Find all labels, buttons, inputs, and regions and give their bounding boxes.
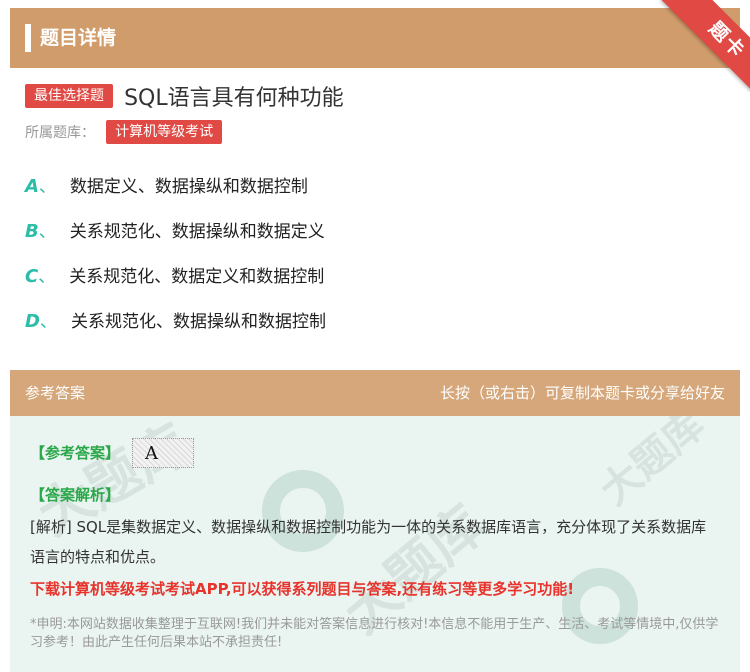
answer-header-title: 参考答案 bbox=[25, 384, 86, 402]
library-label: 所属题库： bbox=[25, 125, 95, 141]
option-a[interactable]: A、 数据定义、数据操纵和数据控制 bbox=[25, 172, 308, 202]
library-badge[interactable]: 计算机等级考试 bbox=[106, 120, 223, 144]
option-text: 关系规范化、数据操纵和数据定义 bbox=[69, 222, 325, 242]
page-title: 题目详情 bbox=[40, 27, 117, 49]
question-type-badge: 最佳选择题 bbox=[25, 84, 113, 108]
share-hint: 长按（或右击）可复制本题卡或分享给好友 bbox=[439, 384, 725, 402]
app-promo[interactable]: 下载计算机等级考试考试APP,可以获得系列题目与答案,还有练习等更多学习功能! bbox=[30, 576, 730, 602]
watermark-logo: 大题库 bbox=[591, 416, 714, 515]
corner-ribbon: 题卡 bbox=[658, 0, 750, 92]
question-line: 最佳选择题 SQL语言具有何种功能 bbox=[25, 80, 344, 111]
option-letter: D bbox=[25, 311, 40, 332]
option-text: 关系规范化、数据操纵和数据控制 bbox=[70, 312, 326, 332]
ribbon-label: 题卡 bbox=[661, 0, 750, 92]
reference-answer-label: 【参考答案】 bbox=[30, 444, 121, 462]
option-text: 数据定义、数据操纵和数据控制 bbox=[69, 177, 308, 197]
option-letter: C bbox=[25, 266, 39, 287]
analysis-label: 【答案解析】 bbox=[30, 486, 121, 504]
disclaimer: *申明:本网站数据收集整理于互联网!我们并未能对答案信息进行核对!本信息不能用于… bbox=[30, 617, 719, 650]
analysis-text: [解析] SQL是集数据定义、数据操纵和数据控制功能为一体的关系数据库语言，充分… bbox=[30, 518, 707, 566]
option-c[interactable]: C、 关系规范化、数据定义和数据控制 bbox=[25, 262, 324, 292]
option-text: 关系规范化、数据定义和数据控制 bbox=[69, 267, 325, 287]
option-letter: B bbox=[25, 221, 39, 242]
answer-header: 参考答案 长按（或右击）可复制本题卡或分享给好友 bbox=[10, 370, 740, 416]
header-accent-bar bbox=[25, 24, 31, 52]
option-d[interactable]: D、 关系规范化、数据操纵和数据控制 bbox=[25, 307, 326, 337]
answer-panel: 大题库 大题库 大题库 【参考答案】 A 【答案解析】 [解析] SQL是集数据… bbox=[10, 416, 740, 672]
reference-answer-value: A bbox=[132, 438, 194, 468]
question-library: 所属题库： 计算机等级考试 bbox=[25, 120, 223, 146]
option-letter: A bbox=[25, 176, 39, 197]
page-header: 题目详情 bbox=[10, 8, 740, 68]
option-b[interactable]: B、 关系规范化、数据操纵和数据定义 bbox=[25, 217, 325, 247]
question-title: SQL语言具有何种功能 bbox=[124, 86, 344, 111]
